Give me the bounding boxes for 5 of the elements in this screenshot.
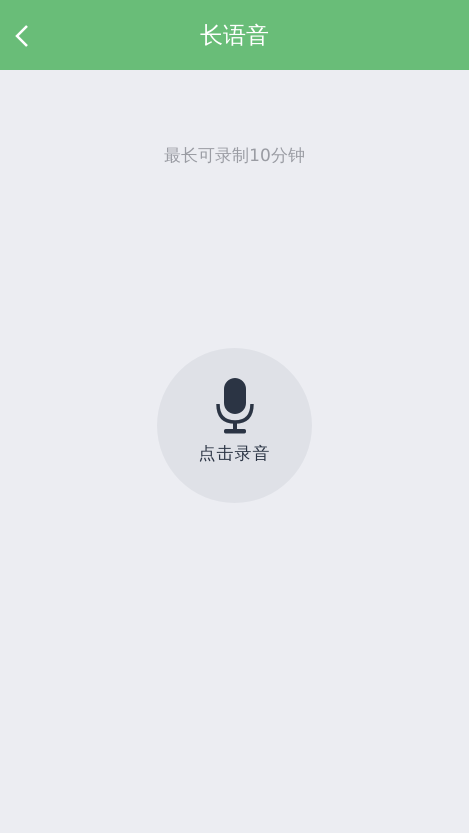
microphone-icon [214,378,254,434]
back-button[interactable] [14,24,30,48]
record-button[interactable]: 点击录音 [157,348,312,503]
hint-text: 最长可录制10分钟 [163,145,306,167]
page-title: 长语音 [200,22,269,50]
